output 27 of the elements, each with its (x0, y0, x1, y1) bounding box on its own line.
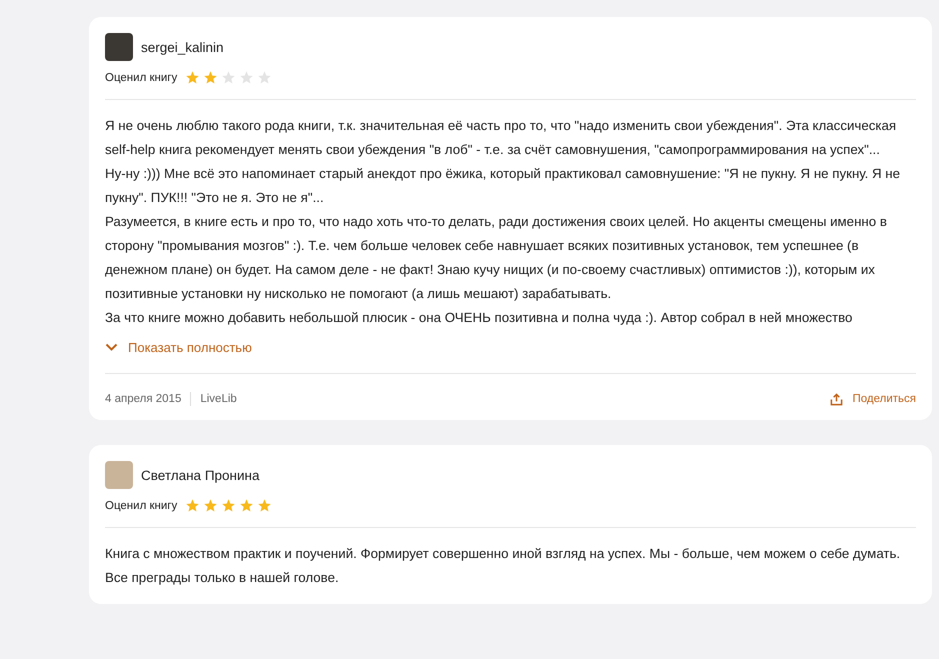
review-paragraph: Разумеется, в книге есть и про то, что надо хоть что-то делать, ради достижения своих целей. Но акценты смещены именно в сторону "промывания мозгов" :). Т.е. чем больше человек себе навнушает всяких позитивных установок, тем успешнее (в денежном плане) он будет. На самом деле - не факт! Знаю кучу нищих (и по-своему счастливых) оптимистов :)), которым их позитивные установки ну нисколько не помогают (а лишь мешают) зарабатывать. (105, 213, 888, 303)
star-icon (221, 498, 236, 513)
star-icon (185, 70, 200, 85)
show-more-button[interactable]: Показать полностью (105, 336, 252, 359)
rating-label: Оценил книгу (105, 500, 178, 512)
star-icon (185, 498, 200, 513)
review-source: LiveLib (200, 393, 237, 405)
review-paragraph: Я не очень люблю такого рода книги, т.к. значительная её часть про то, что "надо изменить свои убеждения". Эта классическая self-help книга рекомендует менять свои убеждения "в лоб" - т.е. за счёт самовнушения, "самопрограммирования на успех"... (105, 117, 898, 159)
author-name[interactable]: Светлана Пронина (141, 468, 260, 482)
star-icon (239, 498, 254, 513)
star-icon (221, 70, 236, 85)
star-icon (203, 70, 218, 85)
avatar-photo-placeholder (105, 461, 133, 489)
share-icon (830, 392, 844, 406)
share-button[interactable]: Поделиться (830, 392, 916, 406)
avatar-photo-placeholder (105, 33, 133, 61)
review-date: 4 апреля 2015 (105, 393, 182, 405)
author-name[interactable]: sergei_kalinin (141, 40, 224, 54)
star-icon (203, 498, 218, 513)
rating-label: Оценил книгу (105, 72, 178, 84)
review-paragraph: Книга с множеством практик и поучений. Формирует совершенно иной взгляд на успех. Мы - больше, чем можем о себе думать. Все преграды только в нашей голове. (105, 545, 902, 587)
review-paragraph: За что книге можно добавить небольшой плюсик - она ОЧЕНЬ позитивна и полна чуда :). Автор собрал в ней множество (105, 309, 854, 327)
star-icon (257, 498, 272, 513)
star-icon (257, 70, 272, 85)
review-paragraph: Ну-ну :))) Мне всё это напоминает старый анекдот про ёжика, который практиковал самовнушение: "Я не пукну. Я не пукну. Я не пукну". ПУК!!! "Это не я. Это не я"... (105, 165, 902, 207)
chevron-down-icon (105, 343, 118, 352)
star-icon (239, 70, 254, 85)
